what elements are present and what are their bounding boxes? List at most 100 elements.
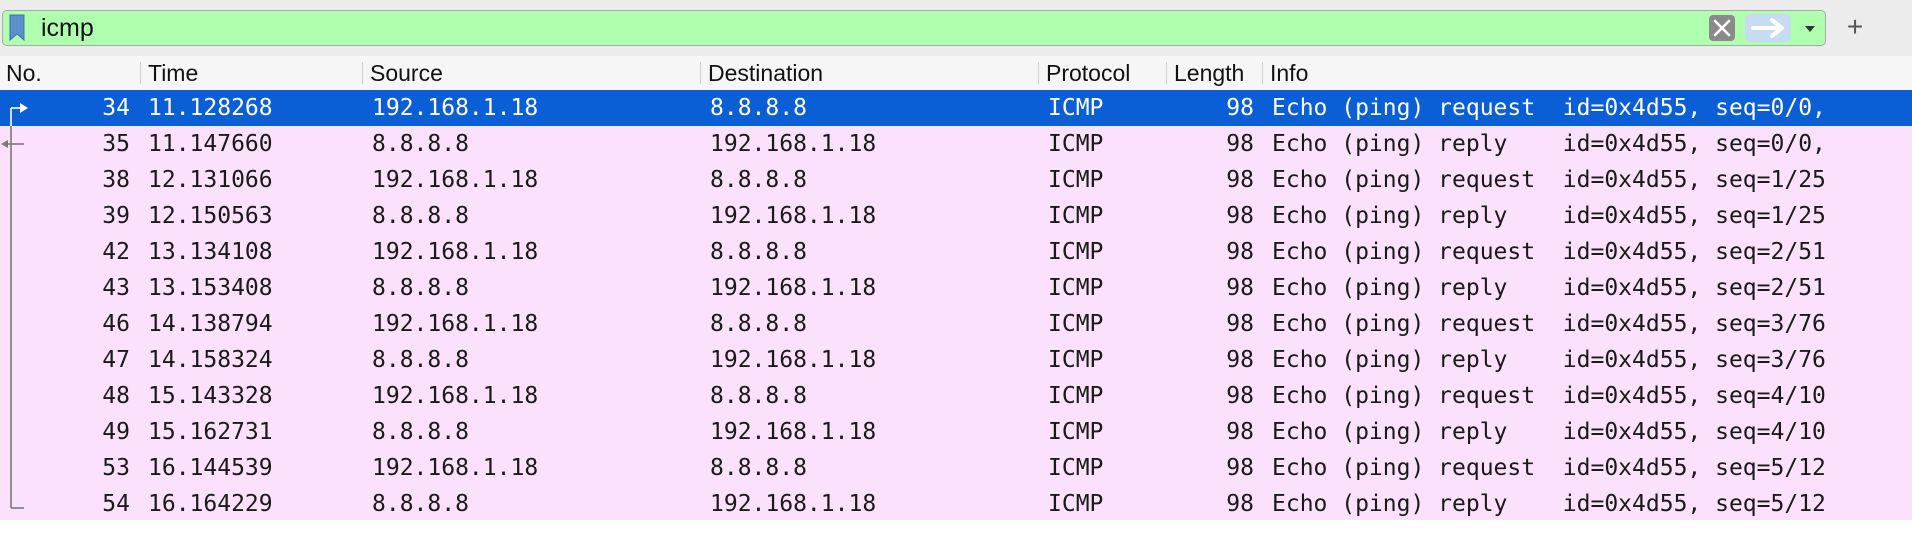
column-header-length[interactable]: Length (1174, 56, 1262, 90)
packet-length-cell: 98 (1226, 491, 1254, 517)
packet-destination-cell: 192.168.1.18 (710, 491, 877, 517)
chevron-down-icon (1805, 26, 1815, 32)
packet-time-cell: 11.128268 (148, 95, 273, 121)
related-packet-icon (10, 270, 12, 306)
related-packet-icon (10, 162, 12, 198)
recent-filters-dropdown[interactable] (1797, 15, 1823, 41)
packet-length-cell: 98 (1226, 95, 1254, 121)
packet-info-cell: Echo (ping) reply id=0x4d55, seq=3/76 (1272, 347, 1826, 373)
packet-info-cell: Echo (ping) reply id=0x4d55, seq=1/25 (1272, 203, 1826, 229)
display-filter-text[interactable]: icmp (41, 11, 94, 45)
packet-row[interactable]: 46 14.138794 192.168.1.18 8.8.8.8 ICMP 98 Echo… (0, 306, 1912, 342)
packet-length-cell: 98 (1226, 455, 1254, 481)
column-header-info[interactable]: Info (1270, 56, 1890, 90)
packet-destination-cell: 8.8.8.8 (710, 311, 807, 337)
packet-time-cell: 11.147660 (148, 131, 273, 157)
column-header-no[interactable]: No. (6, 56, 126, 90)
column-header-source[interactable]: Source (370, 56, 700, 90)
packet-info-cell: Echo (ping) reply id=0x4d55, seq=5/12 (1272, 491, 1826, 517)
packet-length-cell: 98 (1226, 239, 1254, 265)
packet-number-cell: 42 (102, 239, 130, 265)
packet-row[interactable]: 54 16.164229 8.8.8.8 192.168.1.18 ICMP 98 Echo… (0, 486, 1912, 520)
column-divider[interactable] (1166, 62, 1167, 84)
packet-destination-cell: 192.168.1.18 (710, 131, 877, 157)
related-packet-icon (1, 126, 24, 162)
packet-row[interactable]: 47 14.158324 8.8.8.8 192.168.1.18 ICMP 98 Echo… (0, 342, 1912, 378)
packet-protocol-cell: ICMP (1048, 131, 1104, 157)
packet-info-cell: Echo (ping) reply id=0x4d55, seq=4/10 (1272, 419, 1826, 445)
apply-filter-button[interactable] (1745, 14, 1791, 42)
packet-destination-cell: 8.8.8.8 (710, 383, 807, 409)
packet-row[interactable]: 43 13.153408 8.8.8.8 192.168.1.18 ICMP 98 Echo… (0, 270, 1912, 306)
packet-source-cell: 8.8.8.8 (372, 347, 469, 373)
column-header-destination[interactable]: Destination (708, 56, 1038, 90)
column-header-protocol[interactable]: Protocol (1046, 56, 1164, 90)
packet-source-cell: 8.8.8.8 (372, 491, 469, 517)
packet-info-cell: Echo (ping) reply id=0x4d55, seq=0/0, (1272, 131, 1826, 157)
packet-length-cell: 98 (1226, 383, 1254, 409)
packet-time-cell: 15.162731 (148, 419, 273, 445)
packet-row[interactable]: 48 15.143328 192.168.1.18 8.8.8.8 ICMP 98 Echo… (0, 378, 1912, 414)
packet-row[interactable]: 49 15.162731 8.8.8.8 192.168.1.18 ICMP 98 Echo… (0, 414, 1912, 450)
packet-length-cell: 98 (1226, 167, 1254, 193)
packet-source-cell: 192.168.1.18 (372, 167, 539, 193)
packet-row[interactable]: 53 16.144539 192.168.1.18 8.8.8.8 ICMP 98 Echo… (0, 450, 1912, 486)
column-divider[interactable] (362, 62, 363, 84)
column-header-time[interactable]: Time (148, 56, 358, 90)
packet-number-cell: 38 (102, 167, 130, 193)
packet-time-cell: 12.150563 (148, 203, 273, 229)
packet-time-cell: 16.144539 (148, 455, 273, 481)
packet-list-header: No. Time Source Destination Protocol Len… (0, 56, 1912, 91)
packet-row-selected[interactable]: 34 11.128268 192.168.1.18 8.8.8.8 ICMP 98 Echo… (0, 90, 1912, 126)
packet-destination-cell: 192.168.1.18 (710, 203, 877, 229)
add-filter-button[interactable]: + (1840, 12, 1870, 42)
column-divider[interactable] (1038, 62, 1039, 84)
packet-number-cell: 48 (102, 383, 130, 409)
column-divider[interactable] (700, 62, 701, 84)
packet-destination-cell: 192.168.1.18 (710, 275, 877, 301)
arrow-right-icon (1751, 18, 1784, 38)
packet-protocol-cell: ICMP (1048, 275, 1104, 301)
packet-protocol-cell: ICMP (1048, 419, 1104, 445)
related-packet-icon (10, 450, 12, 486)
packet-protocol-cell: ICMP (1048, 95, 1104, 121)
packet-row[interactable]: 35 11.147660 8.8.8.8 192.168.1.18 ICMP 98 Echo… (0, 126, 1912, 162)
packet-info-cell: Echo (ping) request id=0x4d55, seq=5/12 (1272, 455, 1826, 481)
packet-row[interactable]: 38 12.131066 192.168.1.18 8.8.8.8 ICMP 98 Echo… (0, 162, 1912, 198)
packet-info-cell: Echo (ping) request id=0x4d55, seq=4/10 (1272, 383, 1826, 409)
packet-source-cell: 192.168.1.18 (372, 455, 539, 481)
packet-source-cell: 192.168.1.18 (372, 383, 539, 409)
bookmark-icon[interactable] (6, 14, 28, 42)
packet-length-cell: 98 (1226, 131, 1254, 157)
packet-length-cell: 98 (1226, 347, 1254, 373)
packet-info-cell: Echo (ping) reply id=0x4d55, seq=2/51 (1272, 275, 1826, 301)
packet-source-cell: 8.8.8.8 (372, 203, 469, 229)
packet-source-cell: 192.168.1.18 (372, 95, 539, 121)
related-packet-icon (10, 198, 12, 234)
packet-protocol-cell: ICMP (1048, 239, 1104, 265)
packet-time-cell: 14.138794 (148, 311, 273, 337)
packet-time-cell: 13.153408 (148, 275, 273, 301)
packet-source-cell: 8.8.8.8 (372, 131, 469, 157)
packet-time-cell: 15.143328 (148, 383, 273, 409)
packet-number-cell: 47 (102, 347, 130, 373)
packet-number-cell: 34 (102, 95, 130, 121)
packet-protocol-cell: ICMP (1048, 491, 1104, 517)
packet-source-cell: 8.8.8.8 (372, 275, 469, 301)
packet-row[interactable]: 42 13.134108 192.168.1.18 8.8.8.8 ICMP 98 Echo… (0, 234, 1912, 270)
packet-number-cell: 53 (102, 455, 130, 481)
packet-list: 34 11.128268 192.168.1.18 8.8.8.8 ICMP 98 Echo… (0, 90, 1912, 520)
packet-destination-cell: 192.168.1.18 (710, 347, 877, 373)
column-divider[interactable] (1262, 62, 1263, 84)
packet-length-cell: 98 (1226, 419, 1254, 445)
packet-source-cell: 192.168.1.18 (372, 311, 539, 337)
packet-row[interactable]: 39 12.150563 8.8.8.8 192.168.1.18 ICMP 98 Echo… (0, 198, 1912, 234)
packet-number-cell: 43 (102, 275, 130, 301)
display-filter-input[interactable]: icmp (2, 10, 1826, 46)
packet-source-cell: 192.168.1.18 (372, 239, 539, 265)
packet-number-cell: 39 (102, 203, 130, 229)
clear-filter-button[interactable] (1709, 15, 1735, 41)
column-divider[interactable] (140, 62, 141, 84)
related-packet-icon (10, 306, 12, 342)
packet-destination-cell: 8.8.8.8 (710, 455, 807, 481)
